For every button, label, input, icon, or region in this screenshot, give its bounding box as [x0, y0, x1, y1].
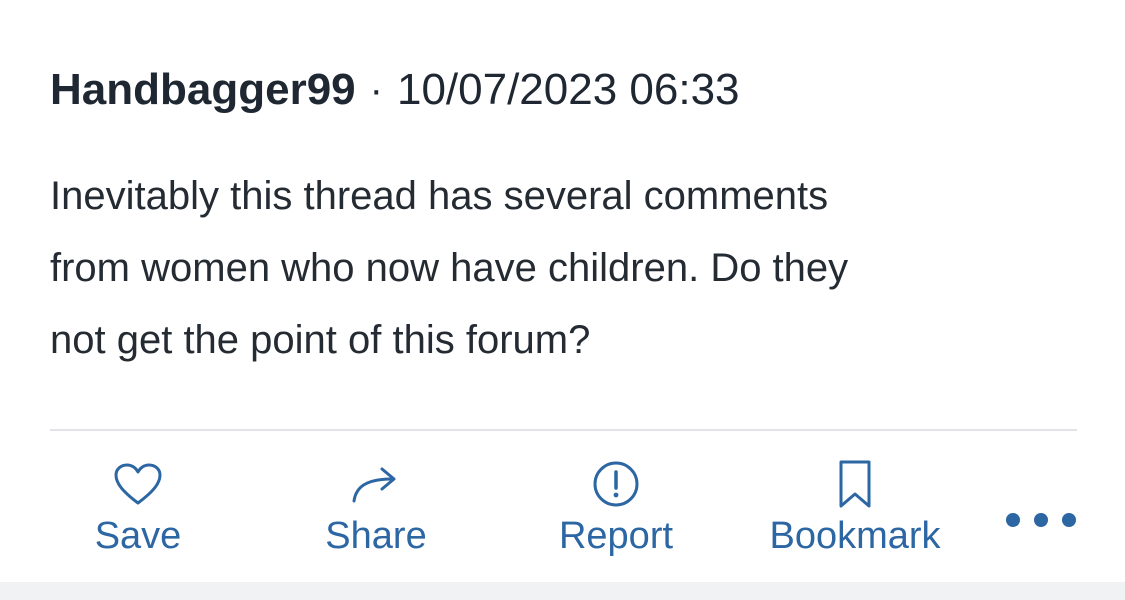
- bookmark-icon: [835, 455, 875, 513]
- post-actions-bar: Save Share Report Bookmark: [0, 455, 1125, 575]
- more-dots-icon: [1034, 513, 1048, 527]
- post-body-line: from women who now have children. Do the…: [50, 246, 849, 290]
- post-timestamp: 10/07/2023 06:33: [396, 65, 740, 114]
- report-label: Report: [558, 515, 674, 557]
- report-button[interactable]: Report: [548, 455, 684, 559]
- forum-post: Handbagger99 · 10/07/2023 06:33 Inevitab…: [0, 0, 1125, 582]
- more-options-button[interactable]: [1006, 505, 1076, 535]
- post-body-line: not get the point of this forum?: [50, 318, 591, 362]
- more-dots-icon: [1006, 513, 1020, 527]
- bookmark-button[interactable]: Bookmark: [755, 455, 955, 559]
- bottom-separator-strip: [0, 582, 1125, 600]
- post-header: Handbagger99 · 10/07/2023 06:33: [50, 62, 740, 118]
- actions-divider: [50, 429, 1077, 431]
- more-dots-icon: [1062, 513, 1076, 527]
- save-button[interactable]: Save: [90, 455, 186, 559]
- post-body-line: Inevitably this thread has several comme…: [50, 174, 829, 218]
- save-label: Save: [94, 515, 182, 557]
- bookmark-label: Bookmark: [769, 515, 941, 557]
- header-separator: ·: [369, 67, 383, 112]
- share-button[interactable]: Share: [315, 455, 437, 559]
- arrow-share-icon: [346, 455, 406, 513]
- exclamation-circle-icon: [591, 455, 641, 513]
- heart-icon: [112, 455, 164, 513]
- post-body: Inevitably this thread has several comme…: [50, 160, 1070, 376]
- author-name[interactable]: Handbagger99: [50, 65, 356, 115]
- share-label: Share: [325, 515, 427, 557]
